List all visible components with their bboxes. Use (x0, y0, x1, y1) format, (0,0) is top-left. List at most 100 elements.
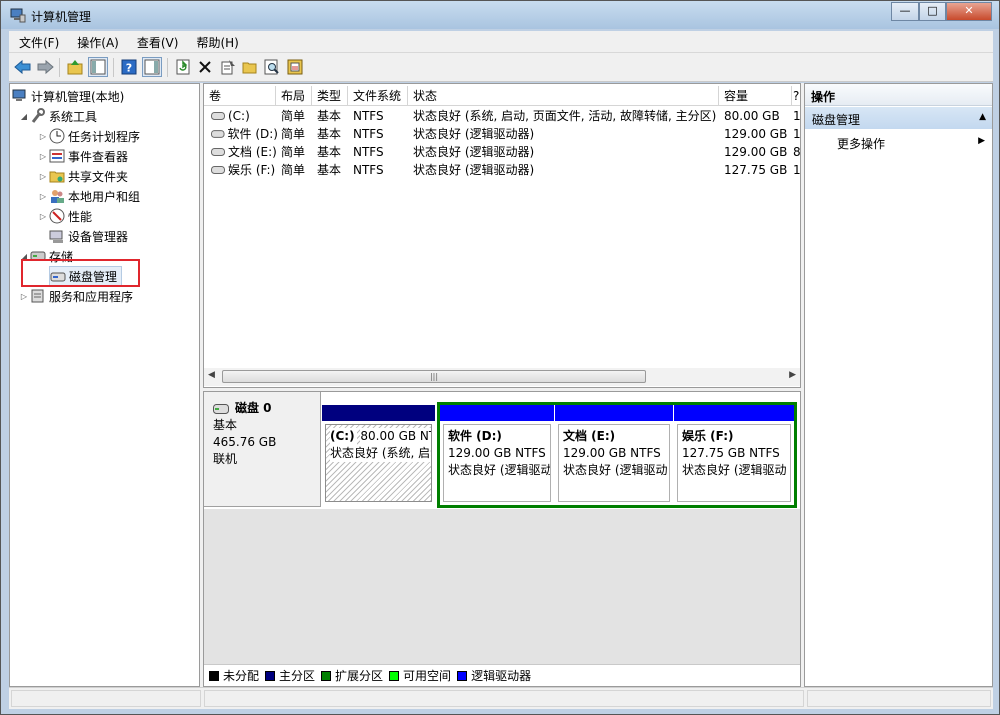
volume-list: 卷 布局 类型 文件系统 状态 容量 ? (C:) 简单 基本 NTFS 状态良… (203, 83, 801, 388)
volume-row[interactable]: 文档 (E:) 简单 基本 NTFS 状态良好 (逻辑驱动器) 129.00 G… (204, 143, 800, 161)
scroll-right-icon[interactable]: ▶ (789, 370, 796, 380)
partition-status: 状态良好 (逻辑驱动 (682, 463, 787, 477)
clock-icon (49, 128, 65, 144)
help-button[interactable]: ? (119, 57, 139, 77)
search-button[interactable] (262, 57, 282, 77)
column-layout[interactable]: 布局 (276, 86, 312, 106)
open-button[interactable] (240, 57, 260, 77)
navigation-tree: 计算机管理(本地) ◢ 系统工具 ▷ 任务计划程序 ▷ 事件查看器 ▷ 共享文件… (9, 83, 200, 687)
partition-label: 娱乐 (F:) (682, 429, 734, 443)
menu-file[interactable]: 文件(F) (9, 31, 67, 51)
menu-bar: 文件(F) 操作(A) 查看(V) 帮助(H) (9, 31, 993, 53)
tree-item-device-manager[interactable]: 设备管理器 (49, 226, 128, 246)
tree-item-shared-folders[interactable]: ▷ 共享文件夹 (37, 166, 128, 186)
services-icon (31, 289, 44, 303)
status-section-1 (11, 690, 201, 707)
export-button[interactable] (285, 57, 305, 77)
delete-icon (199, 61, 211, 73)
refresh-button[interactable] (173, 57, 193, 77)
empty-disk-area (204, 509, 800, 664)
column-capacity[interactable]: 容量 (719, 86, 792, 106)
partition-e-body: 文档 (E:) 129.00 GB NTFS 状态良好 (逻辑驱动 (558, 424, 670, 502)
users-icon (51, 190, 64, 203)
tree-item-local-users[interactable]: ▷ 本地用户和组 (37, 186, 140, 206)
disk-size: 465.76 GB (213, 435, 277, 449)
drive-icon (211, 112, 225, 120)
minimize-button[interactable]: — (891, 2, 919, 21)
scrollbar-thumb[interactable]: ||| (222, 370, 646, 383)
column-truncated[interactable]: ? (792, 86, 800, 106)
computer-management-icon (10, 8, 26, 23)
show-tree-button[interactable] (88, 57, 108, 77)
forward-icon (37, 59, 54, 75)
column-type[interactable]: 类型 (312, 86, 348, 106)
disk-graphical-view: 磁盘 0 基本 465.76 GB 联机 (C:) 80.00 GB NTFS … (203, 391, 801, 687)
menu-help[interactable]: 帮助(H) (186, 31, 246, 51)
annotation-highlight-box (21, 259, 140, 287)
tree-item-task-scheduler[interactable]: ▷ 任务计划程序 (37, 126, 140, 146)
disk-info-label[interactable]: 磁盘 0 基本 465.76 GB 联机 (204, 392, 321, 507)
collapse-icon[interactable]: ◢ (18, 112, 30, 121)
legend-swatch-logical (457, 670, 468, 681)
show-hide-action-icon (144, 59, 160, 75)
partition-size: 129.00 GB NTFS (563, 446, 661, 460)
logical-drive-bar (555, 405, 673, 421)
column-volume[interactable]: 卷 (204, 86, 276, 106)
show-action-pane-button[interactable] (142, 57, 162, 77)
expand-icon[interactable]: ▷ (37, 132, 49, 141)
partition-c[interactable]: (C:) 80.00 GB NTFS 状态良好 (系统, 启动 (322, 405, 435, 505)
expand-icon[interactable]: ▷ (37, 212, 49, 221)
partition-status: 状态良好 (逻辑驱动 (448, 463, 551, 477)
menu-view[interactable]: 查看(V) (127, 31, 187, 51)
main-content: 计算机管理(本地) ◢ 系统工具 ▷ 任务计划程序 ▷ 事件查看器 ▷ 共享文件… (9, 83, 993, 687)
performance-icon (49, 208, 65, 224)
partition-e[interactable]: 文档 (E:) 129.00 GB NTFS 状态良好 (逻辑驱动 (555, 405, 673, 505)
partition-d[interactable]: 软件 (D:) 129.00 GB NTFS 状态良好 (逻辑驱动 (440, 405, 554, 505)
horizontal-scrollbar[interactable]: ◀ ||| ▶ (204, 368, 800, 386)
back-button[interactable] (13, 57, 33, 77)
device-manager-icon (49, 230, 63, 243)
title-bar[interactable]: 计算机管理 — □ ✕ (1, 1, 999, 29)
column-status[interactable]: 状态 (408, 86, 719, 106)
computer-management-window: 计算机管理 — □ ✕ 文件(F) 操作(A) 查看(V) 帮助(H) ? 计算机管理… (0, 0, 1000, 715)
forward-button[interactable] (35, 57, 55, 77)
up-button[interactable] (65, 57, 85, 77)
status-bar (9, 687, 993, 709)
partition-f[interactable]: 娱乐 (F:) 127.75 GB NTFS 状态良好 (逻辑驱动 (674, 405, 794, 505)
properties-icon (221, 60, 235, 75)
legend-swatch-extended (321, 670, 332, 681)
properties-button[interactable] (218, 57, 238, 77)
back-icon (14, 59, 31, 75)
delete-button[interactable] (195, 57, 215, 77)
expand-icon[interactable]: ▷ (37, 192, 49, 201)
event-viewer-icon (49, 149, 65, 163)
more-actions-item[interactable]: 更多操作 ▶ (805, 132, 992, 152)
actions-section-disk-management[interactable]: 磁盘管理 ▲ (805, 107, 992, 129)
expand-icon[interactable]: ▷ (37, 152, 49, 161)
primary-partition-bar (322, 405, 435, 421)
center-pane: 卷 布局 类型 文件系统 状态 容量 ? (C:) 简单 基本 NTFS 状态良… (203, 83, 801, 687)
logical-drive-bar (440, 405, 554, 421)
volume-row[interactable]: 软件 (D:) 简单 基本 NTFS 状态良好 (逻辑驱动器) 129.00 G… (204, 125, 800, 143)
tree-item-root[interactable]: 计算机管理(本地) (12, 86, 124, 106)
volume-row[interactable]: (C:) 简单 基本 NTFS 状态良好 (系统, 启动, 页面文件, 活动, … (204, 107, 800, 125)
status-section-2 (204, 690, 804, 707)
collapse-up-icon[interactable]: ▲ (979, 112, 986, 122)
column-filesystem[interactable]: 文件系统 (348, 86, 408, 106)
search-icon (264, 59, 279, 75)
maximize-button[interactable]: □ (919, 2, 946, 21)
scroll-left-icon[interactable]: ◀ (208, 370, 215, 380)
partition-size: 80.00 GB NTFS (360, 428, 431, 445)
tree-item-event-viewer[interactable]: ▷ 事件查看器 (37, 146, 128, 166)
close-button[interactable]: ✕ (946, 2, 992, 21)
expand-icon[interactable]: ▷ (37, 172, 49, 181)
menu-action[interactable]: 操作(A) (67, 31, 127, 51)
tree-item-system-tools[interactable]: ◢ 系统工具 (18, 106, 97, 126)
disk-row: 磁盘 0 基本 465.76 GB 联机 (C:) 80.00 GB NTFS … (204, 392, 800, 509)
tree-item-performance[interactable]: ▷ 性能 (37, 206, 92, 226)
expand-icon[interactable]: ▷ (18, 292, 30, 301)
volume-row[interactable]: 娱乐 (F:) 简单 基本 NTFS 状态良好 (逻辑驱动器) 127.75 G… (204, 161, 800, 179)
svg-text:?: ? (126, 62, 132, 75)
partition-label: (C:) (330, 428, 357, 445)
tree-item-services[interactable]: ▷ 服务和应用程序 (18, 286, 133, 306)
